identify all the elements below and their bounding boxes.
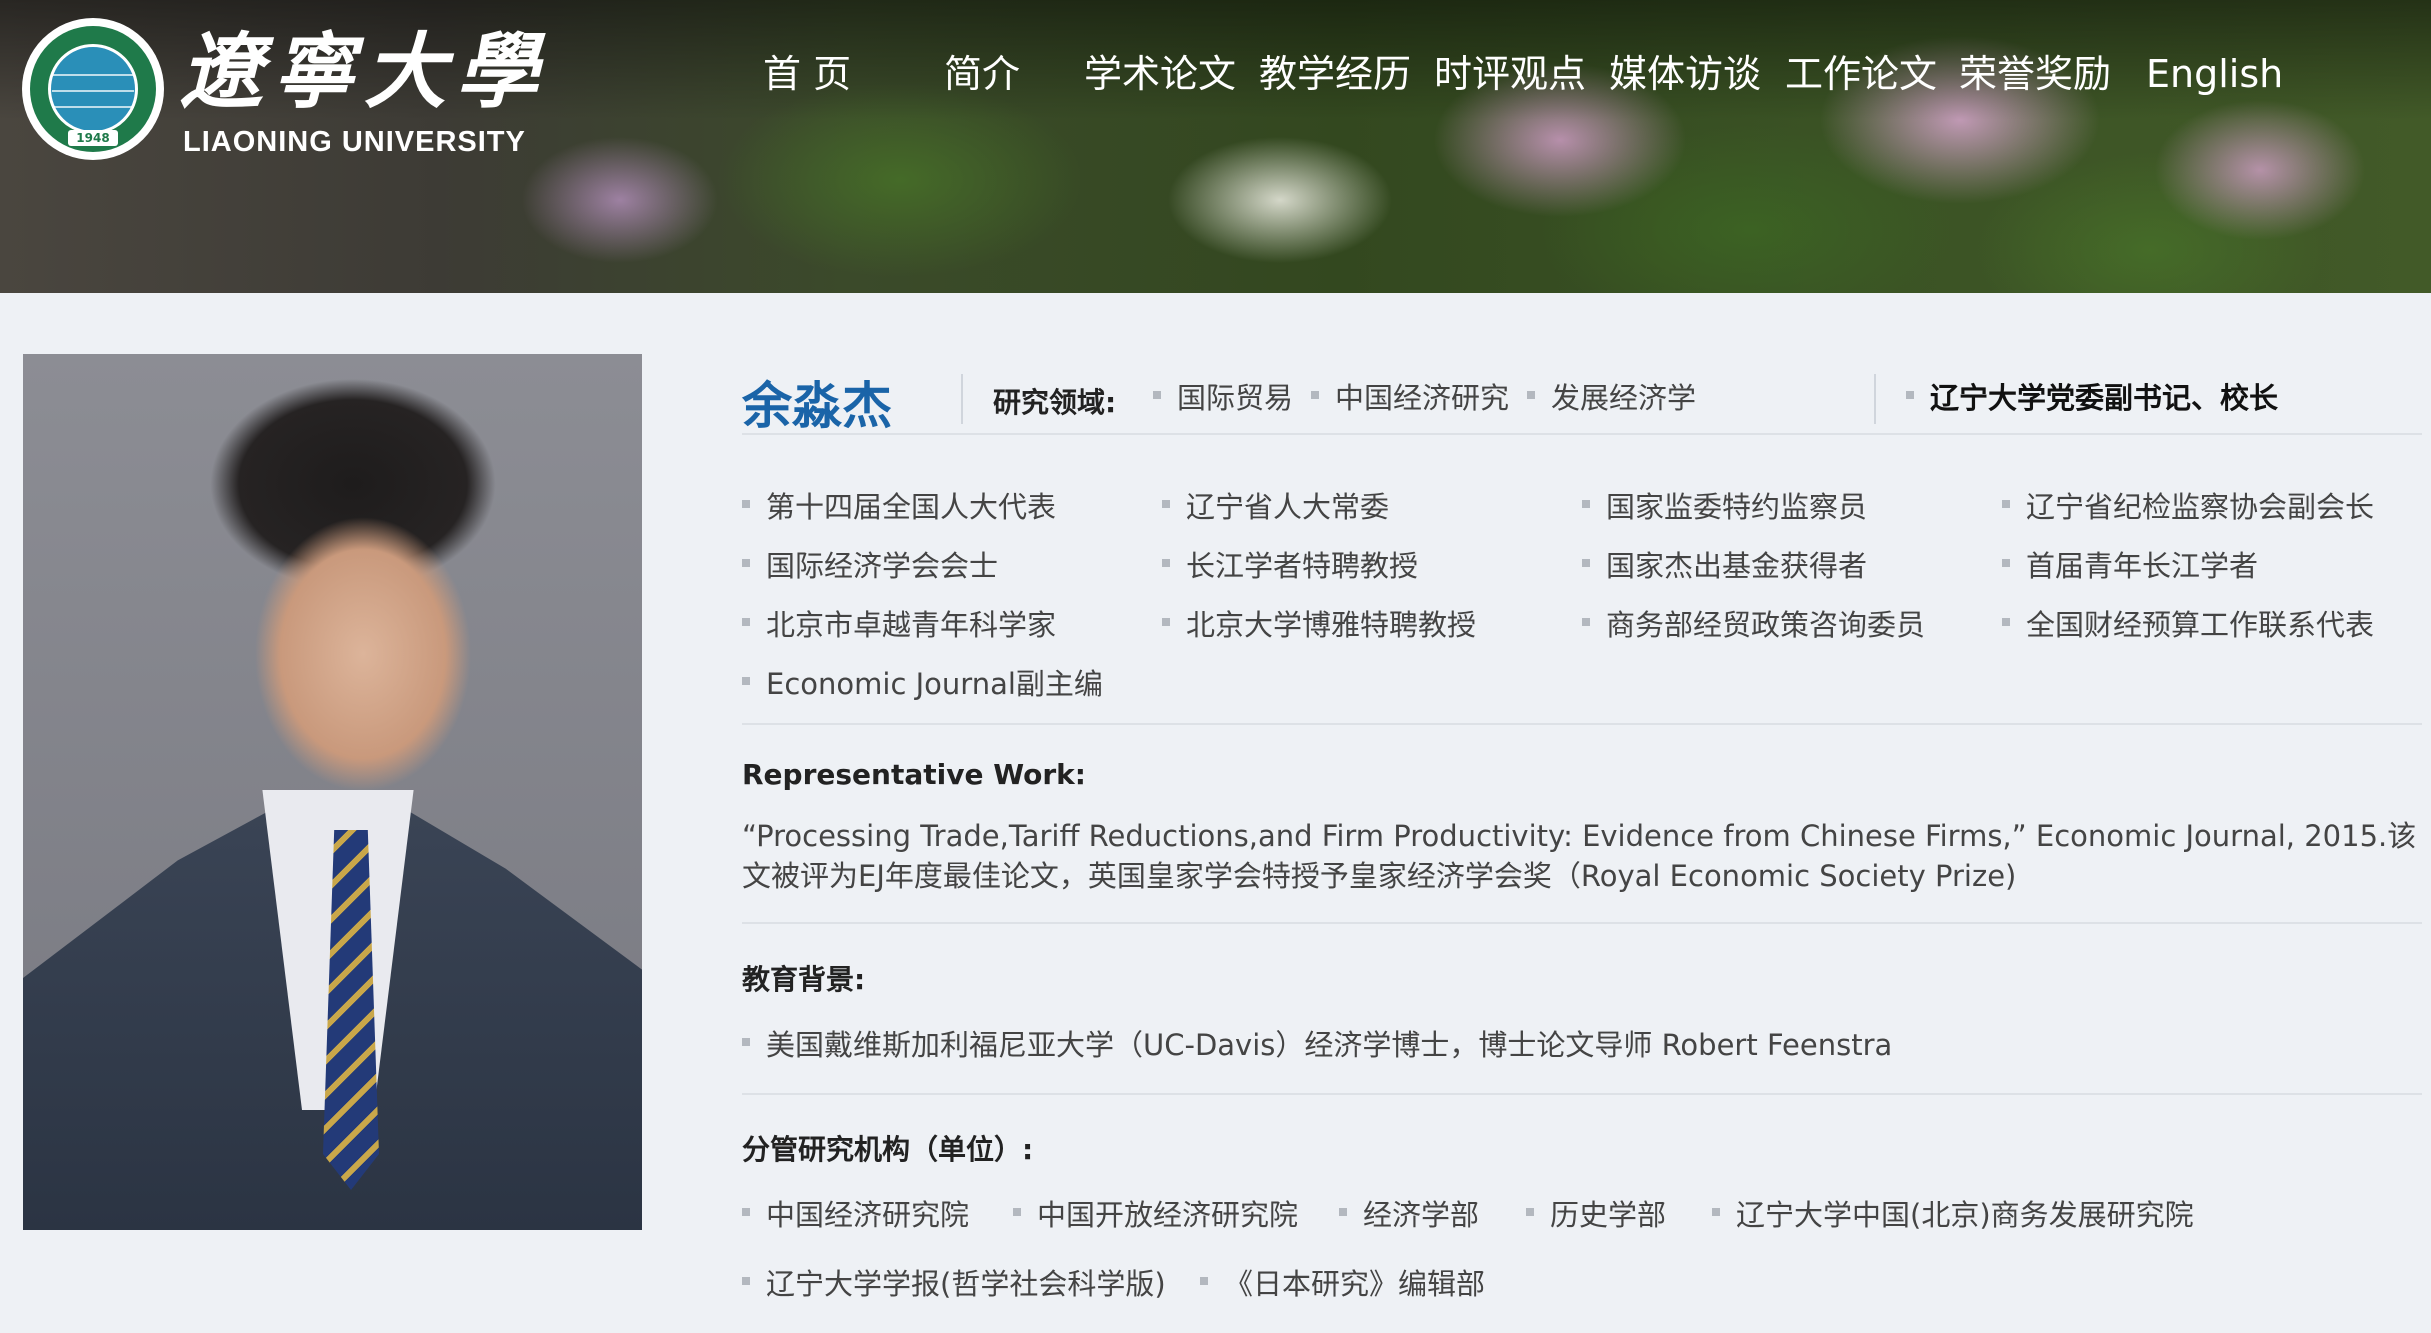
unit-item[interactable]: 《日本研究》编辑部	[1200, 1264, 1485, 1304]
logo-chinese-name[interactable]: 遼寧大學	[180, 22, 548, 122]
title-item: 北京市卓越青年科学家	[742, 605, 1056, 645]
unit-item[interactable]: 历史学部	[1526, 1195, 1666, 1235]
education-label: 教育背景:	[742, 963, 866, 996]
nav-english[interactable]: English	[2146, 48, 2283, 100]
university-emblem-icon[interactable]: 1948	[22, 18, 164, 160]
nav-teaching[interactable]: 教学经历	[1259, 48, 1411, 100]
emblem-globe-line	[52, 106, 134, 108]
unit-item[interactable]: 中国经济研究院	[742, 1195, 969, 1235]
unit-item[interactable]: 辽宁大学学报(哲学社会科学版)	[742, 1264, 1166, 1304]
unit-item[interactable]: 辽宁大学中国(北京)商务发展研究院	[1712, 1195, 2194, 1235]
research-field[interactable]: 国际贸易	[1153, 378, 1293, 418]
nav-home[interactable]: 首 页	[763, 48, 851, 100]
logo-english-name[interactable]: LIAONING UNIVERSITY	[183, 126, 526, 159]
title-item: 第十四届全国人大代表	[742, 487, 1056, 527]
title-item: 辽宁省人大常委	[1162, 487, 1389, 527]
emblem-globe	[48, 44, 138, 134]
research-field[interactable]: 中国经济研究	[1311, 378, 1509, 418]
divider	[961, 374, 963, 424]
research-field[interactable]: 发展经济学	[1527, 378, 1696, 418]
title-item: 全国财经预算工作联系代表	[2002, 605, 2374, 645]
emblem-globe-line	[52, 74, 134, 76]
unit-item[interactable]: 中国开放经济研究院	[1013, 1195, 1298, 1235]
unit-item[interactable]: 经济学部	[1339, 1195, 1479, 1235]
title-item: 商务部经贸政策咨询委员	[1582, 605, 1925, 645]
nav-interviews[interactable]: 媒体访谈	[1609, 48, 1761, 100]
research-label: 研究领域:	[993, 386, 1117, 419]
section-divider	[742, 433, 2422, 435]
nav-intro[interactable]: 简介	[944, 48, 1020, 100]
profile-name: 余淼杰	[742, 377, 892, 435]
divider	[1874, 374, 1876, 424]
emblem-year: 1948	[68, 130, 118, 146]
nav-working-papers[interactable]: 工作论文	[1785, 48, 1937, 100]
title-item: 北京大学博雅特聘教授	[1162, 605, 1476, 645]
title-item: 辽宁省纪检监察协会副会长	[2002, 487, 2374, 527]
header-banner: 1948 遼寧大學 LIAONING UNIVERSITY 首 页 简介 学术论…	[0, 0, 2431, 293]
rep-work-text: “Processing Trade,Tariff Reductions,and …	[742, 819, 2417, 893]
education-item: 美国戴维斯加利福尼亚大学（UC-Davis）经济学博士，博士论文导师 Rober…	[742, 1025, 1892, 1065]
title-item: Economic Journal副主编	[742, 664, 1103, 704]
title-item: 长江学者特聘教授	[1162, 546, 1418, 586]
units-label: 分管研究机构（单位）:	[742, 1133, 1034, 1166]
profile-photo	[23, 354, 642, 1230]
rep-work-label: Representative Work:	[742, 758, 1086, 791]
section-divider	[742, 922, 2422, 924]
nav-honors[interactable]: 荣誉奖励	[1959, 48, 2111, 100]
title-item: 首届青年长江学者	[2002, 546, 2258, 586]
position-title: 辽宁大学党委副书记、校长	[1906, 378, 2278, 418]
title-item: 国家杰出基金获得者	[1582, 546, 1867, 586]
nav-commentary[interactable]: 时评观点	[1434, 48, 1586, 100]
section-divider	[742, 723, 2422, 725]
emblem-globe-line	[52, 90, 134, 92]
nav-papers[interactable]: 学术论文	[1084, 48, 1236, 100]
title-item: 国际经济学会会士	[742, 546, 998, 586]
title-item: 国家监委特约监察员	[1582, 487, 1867, 527]
section-divider	[742, 1093, 2422, 1095]
